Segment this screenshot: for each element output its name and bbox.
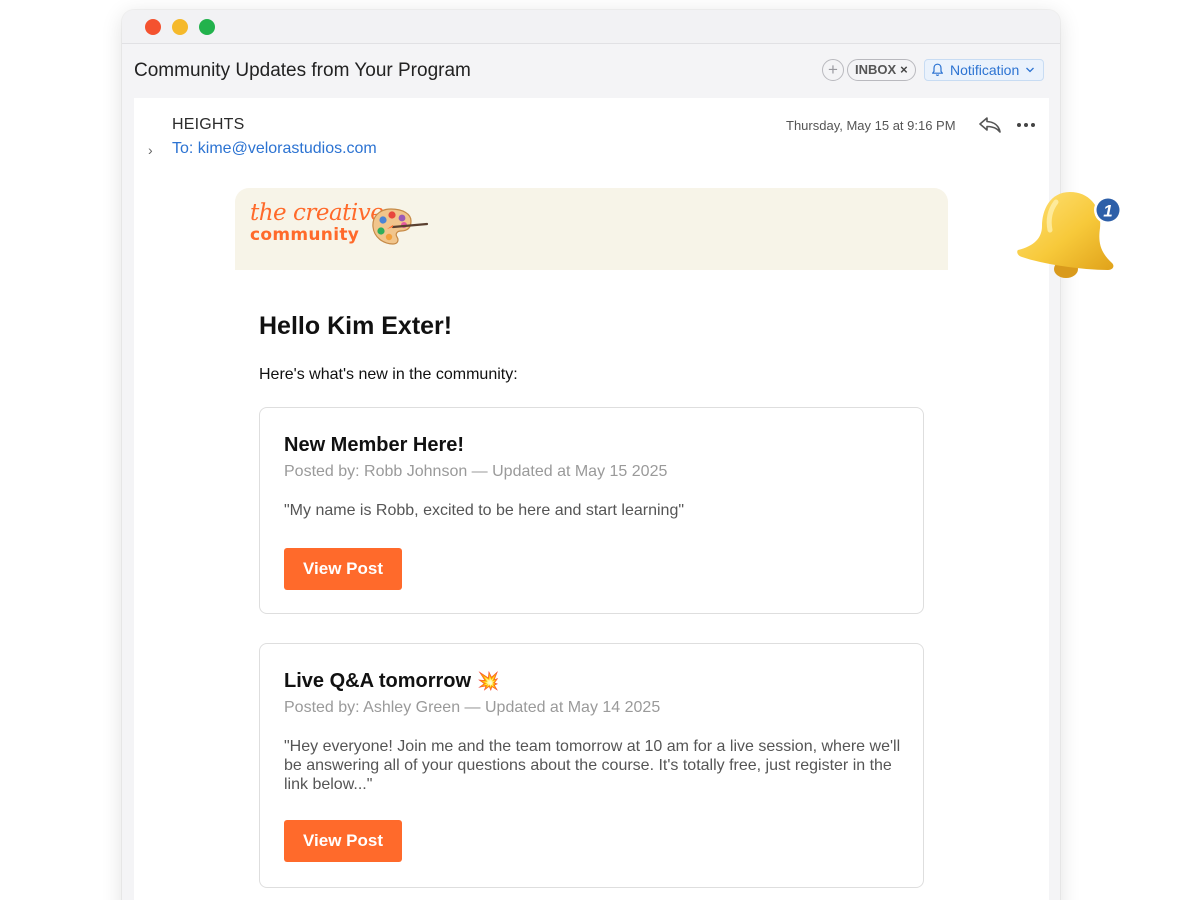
greeting-heading: Hello Kim Exter!: [259, 312, 453, 340]
inbox-tag-label: INBOX: [855, 62, 897, 77]
chevron-down-icon: [1026, 67, 1035, 73]
palette-icon: [372, 208, 429, 245]
mail-window: Community Updates from Your Program + IN…: [122, 10, 1060, 900]
email-subject: Community Updates from Your Program: [134, 60, 471, 81]
add-icon: +: [828, 60, 838, 79]
post-card: Live Q&A tomorrow 💥 Posted by: Ashley Gr…: [259, 643, 924, 888]
email-banner: the creative community: [235, 188, 948, 270]
post-excerpt: "My name is Robb, excited to be here and…: [284, 502, 685, 519]
view-post-button[interactable]: View Post: [284, 548, 402, 590]
notification-dropdown[interactable]: Notification: [924, 59, 1045, 81]
bell-icon: [932, 63, 943, 76]
close-icon[interactable]: ×: [900, 60, 908, 80]
post-meta: Posted by: Robb Johnson — Updated at May…: [284, 463, 668, 480]
inbox-tag[interactable]: INBOX ×: [847, 59, 916, 81]
post-title: New Member Here!: [284, 434, 464, 457]
view-post-button[interactable]: View Post: [284, 820, 402, 862]
post-card: New Member Here! Posted by: Robb Johnson…: [259, 407, 924, 614]
message-date: Thursday, May 15 at 9:16 PM: [786, 118, 956, 133]
explosion-emoji: 💥: [477, 671, 500, 691]
intro-text: Here's what's new in the community:: [259, 366, 518, 383]
title-bar: [122, 10, 1060, 44]
logo-line-2: community: [250, 225, 360, 245]
bell-icon: 1: [1017, 192, 1122, 278]
notification-label: Notification: [950, 62, 1020, 78]
post-meta: Posted by: Ashley Green — Updated at May…: [284, 699, 661, 716]
notification-bell[interactable]: 1: [1012, 186, 1130, 286]
recipient-address[interactable]: To: kime@velorastudios.com: [172, 140, 377, 158]
zoom-window-button[interactable]: [199, 19, 215, 35]
message-header-bar: Community Updates from Your Program + IN…: [122, 44, 1060, 98]
sender-name: HEIGHTS: [172, 116, 245, 133]
notification-badge-count: 1: [1103, 202, 1112, 221]
post-title-text: New Member Here!: [284, 434, 465, 456]
post-title-text: Live Q&A tomorrow: [284, 670, 472, 692]
post-title: Live Q&A tomorrow 💥: [284, 670, 499, 693]
chevron-right-icon[interactable]: ›: [148, 142, 153, 158]
logo-line-1: the creative: [250, 200, 384, 226]
message-pane: HEIGHTS › To: kime@velorastudios.com Thu…: [134, 98, 1049, 900]
add-tag-button[interactable]: +: [822, 59, 844, 81]
post-excerpt: "Hey everyone! Join me and the team tomo…: [284, 738, 901, 793]
more-icon[interactable]: [1016, 122, 1036, 128]
reply-icon[interactable]: [977, 114, 1003, 136]
close-window-button[interactable]: [145, 19, 161, 35]
minimize-window-button[interactable]: [172, 19, 188, 35]
